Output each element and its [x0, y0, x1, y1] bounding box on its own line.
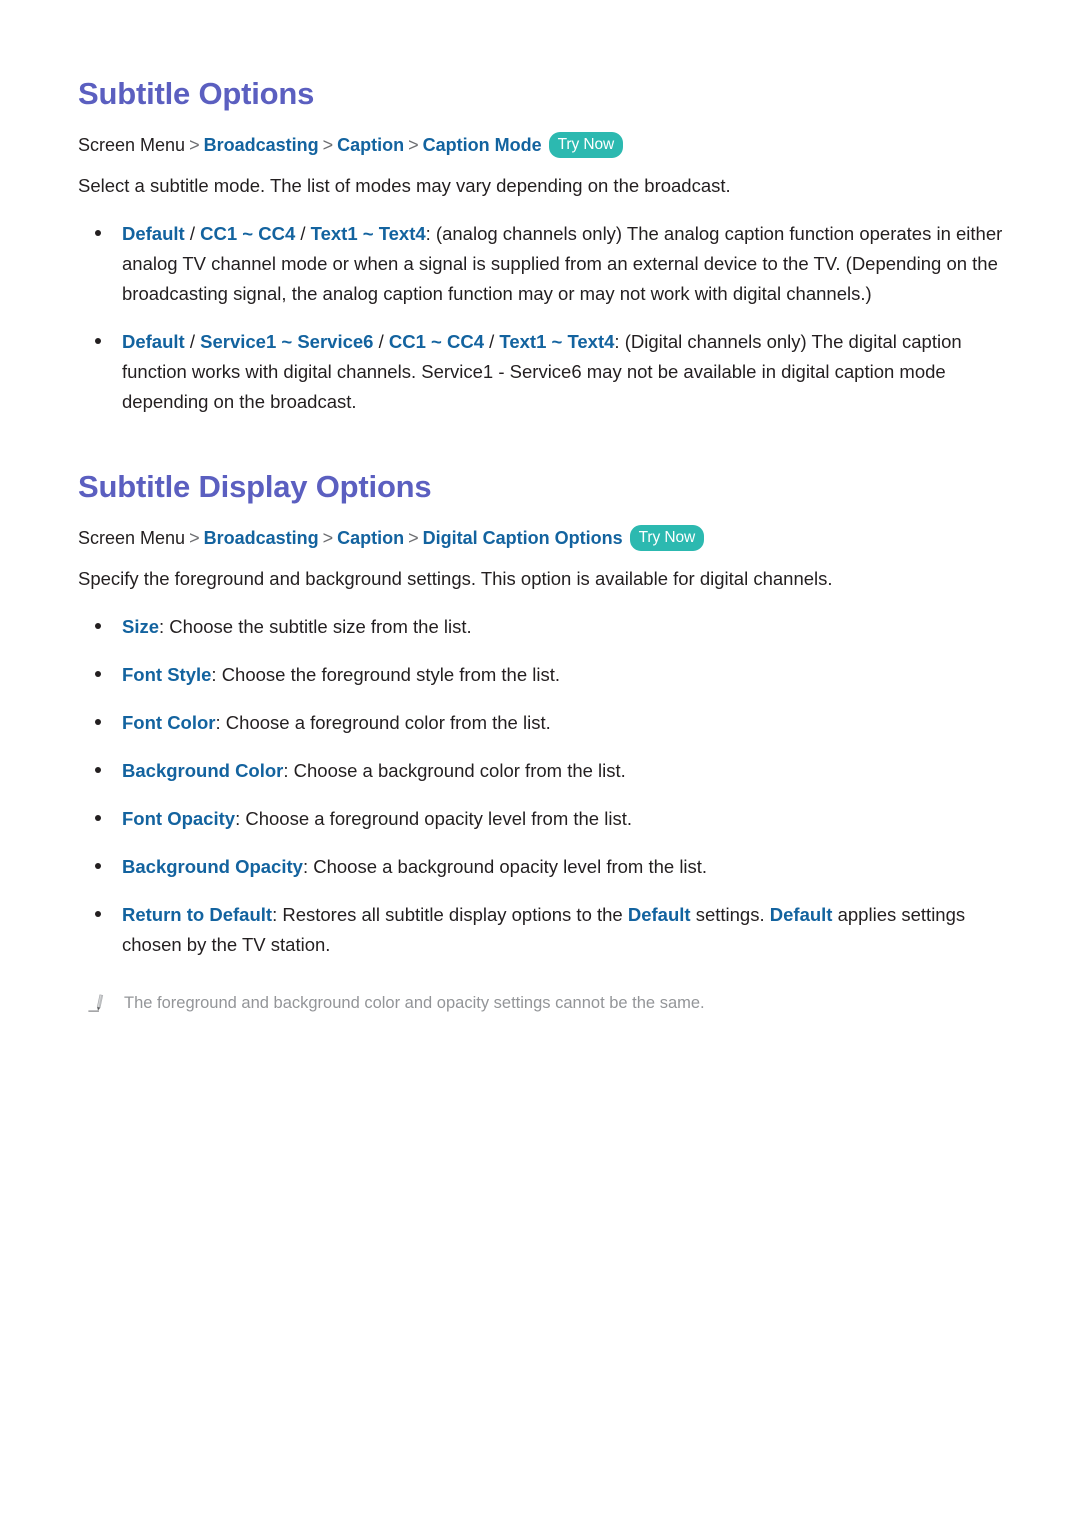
option-term: Font Style — [122, 664, 212, 686]
option-term: Background Color — [122, 760, 284, 782]
list-item: Background Color: Choose a background co… — [78, 756, 1008, 786]
breadcrumb-link-digital-caption-options[interactable]: Digital Caption Options — [423, 528, 623, 548]
option-term: Service1 ~ Service6 — [200, 331, 374, 353]
option-term: Font Color — [122, 712, 216, 734]
option-list-display-settings: Size: Choose the subtitle size from the … — [78, 612, 1008, 960]
option-list-analog-digital: Default / CC1 ~ CC4 / Text1 ~ Text4: (an… — [78, 219, 1008, 417]
option-description: : Choose a foreground opacity level from… — [235, 808, 632, 830]
term-separator: / — [295, 223, 311, 245]
option-term: CC1 ~ CC4 — [388, 331, 484, 353]
option-term: Default — [122, 331, 185, 353]
list-item: Default / CC1 ~ CC4 / Text1 ~ Text4: (an… — [78, 219, 1008, 309]
list-item: Return to Default: Restores all subtitle… — [78, 900, 1008, 960]
option-description: : Restores all subtitle display options … — [272, 904, 628, 926]
list-item: Font Color: Choose a foreground color fr… — [78, 708, 1008, 738]
option-description: : Choose the foreground style from the l… — [211, 664, 561, 686]
section-subtitle-display-options: Subtitle Display Options Screen Menu > Bro… — [78, 417, 1008, 1016]
breadcrumb-separator-icon: > — [408, 134, 419, 155]
breadcrumb-link-caption[interactable]: Caption — [337, 528, 404, 548]
breadcrumb-link-caption-mode[interactable]: Caption Mode — [423, 135, 542, 155]
option-term: Background Opacity — [122, 856, 303, 878]
note-text: The foreground and background color and … — [124, 994, 705, 1013]
list-item: Background Opacity: Choose a background … — [78, 852, 1008, 882]
inline-default-keyword: Default — [769, 904, 833, 926]
option-term: Size — [122, 616, 160, 638]
breadcrumb-separator-icon: > — [322, 134, 334, 155]
option-term: Default — [122, 223, 185, 245]
option-description: : Choose a background opacity level from… — [302, 856, 708, 878]
try-now-badge[interactable]: Try Now — [548, 131, 624, 159]
option-description: settings. — [690, 904, 770, 926]
breadcrumb-separator-icon: > — [189, 134, 200, 155]
breadcrumb-digital-caption-options: Screen Menu > Broadcasting > Caption > Digital… — [78, 524, 1008, 554]
option-term: Text1 ~ Text4 — [499, 331, 615, 353]
breadcrumb-link-broadcasting[interactable]: Broadcasting — [204, 528, 319, 548]
list-item: Font Opacity: Choose a foreground opacit… — [78, 804, 1008, 834]
breadcrumb-root: Screen Menu — [78, 527, 186, 548]
term-separator: / — [184, 331, 201, 353]
page-title-subtitle-display-options: Subtitle Display Options — [78, 469, 432, 505]
page-title-subtitle-options: Subtitle Options — [78, 76, 315, 111]
list-item: Font Style: Choose the foreground style … — [78, 660, 1008, 690]
section-subtitle-options: Subtitle Options Screen Menu > Broadcastin… — [78, 60, 1008, 417]
list-item: Default / Service1 ~ Service6 / CC1 ~ CC… — [78, 327, 1008, 417]
term-separator: / — [484, 331, 500, 353]
inline-default-keyword: Default — [627, 904, 691, 926]
option-term: Font Opacity — [122, 808, 236, 830]
breadcrumb-root: Screen Menu — [78, 134, 186, 155]
term-separator: / — [184, 223, 201, 245]
breadcrumb-link-caption[interactable]: Caption — [337, 135, 404, 155]
breadcrumb-caption-mode: Screen Menu > Broadcasting > Caption > Caption… — [78, 131, 1008, 161]
list-item: Size: Choose the subtitle size from the … — [78, 612, 1008, 642]
try-now-badge[interactable]: Try Now — [629, 524, 705, 552]
option-term: CC1 ~ CC4 — [200, 223, 296, 245]
option-term: Return to Default — [122, 904, 273, 926]
option-description: : Choose the subtitle size from the list… — [159, 616, 472, 638]
note-callout: The foreground and background color and … — [78, 991, 1008, 1016]
option-term: Text1 ~ Text4 — [310, 223, 426, 245]
intro-paragraph: Select a subtitle mode. The list of mode… — [78, 175, 731, 197]
breadcrumb-separator-icon: > — [322, 527, 334, 548]
term-separator: / — [373, 331, 389, 353]
intro-paragraph: Specify the foreground and background se… — [78, 568, 833, 590]
document-page: Subtitle Options Screen Menu > Broadcastin… — [0, 0, 1080, 1527]
breadcrumb-separator-icon: > — [189, 527, 200, 548]
option-description: : Choose a foreground color from the lis… — [215, 712, 551, 734]
pencil-icon — [88, 994, 104, 1012]
breadcrumb-link-broadcasting[interactable]: Broadcasting — [204, 135, 319, 155]
breadcrumb-separator-icon: > — [408, 527, 419, 548]
option-description: : Choose a background color from the lis… — [283, 760, 626, 782]
